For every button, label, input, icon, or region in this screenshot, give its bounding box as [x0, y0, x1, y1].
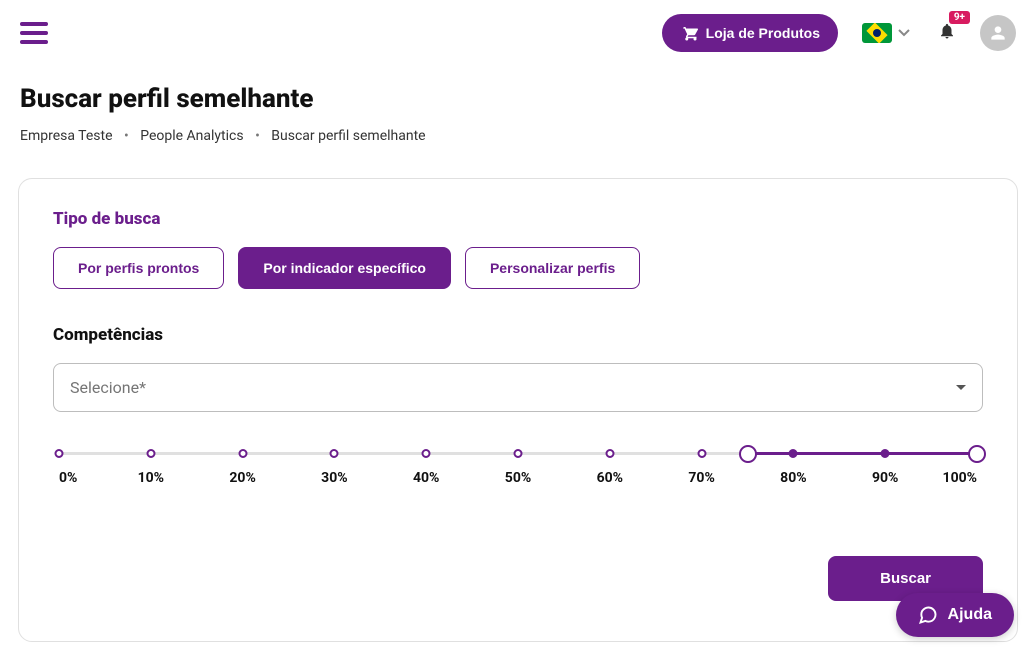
slider-tick-label: 70% — [688, 470, 714, 486]
slider-tick-label: 40% — [413, 470, 439, 486]
slider-tick — [238, 449, 247, 458]
store-button-label: Loja de Produtos — [706, 25, 820, 41]
page-title: Buscar perfil semelhante — [0, 84, 1036, 114]
select-placeholder: Selecione* — [70, 378, 146, 397]
slider-tick-label: 90% — [872, 470, 898, 486]
slider-tick — [146, 449, 155, 458]
slider-tick — [789, 449, 798, 458]
slider-tick — [514, 449, 523, 458]
breadcrumb: Empresa Teste • People Analytics • Busca… — [0, 114, 1036, 158]
breadcrumb-item[interactable]: Empresa Teste — [20, 128, 113, 144]
language-selector[interactable] — [862, 23, 910, 43]
help-label: Ajuda — [948, 606, 992, 624]
avatar[interactable] — [980, 15, 1016, 51]
slider-tick — [55, 449, 64, 458]
slider-tick-label: 0% — [59, 470, 77, 486]
competencies-select[interactable]: Selecione* — [53, 363, 983, 412]
user-icon — [988, 23, 1008, 43]
tab-ready-profiles[interactable]: Por perfis prontos — [53, 247, 224, 289]
notifications-button[interactable]: 9+ — [938, 21, 956, 45]
bell-icon — [938, 21, 956, 41]
slider-tick-label: 30% — [321, 470, 347, 486]
tab-specific-indicator[interactable]: Por indicador específico — [238, 247, 451, 289]
slider-tick — [881, 449, 890, 458]
slider-tick — [330, 449, 339, 458]
slider-handle-end[interactable] — [968, 445, 986, 463]
slider-tick-label: 100% — [943, 470, 977, 486]
help-button[interactable]: Ajuda — [896, 593, 1014, 637]
chevron-down-icon — [898, 29, 910, 37]
notification-badge: 9+ — [949, 11, 970, 24]
menu-icon[interactable] — [20, 22, 48, 44]
percentage-range-slider[interactable]: 0% 10% 20% 30% 40% 50% 60% 70% 80% 90% 100% — [53, 446, 983, 506]
competencies-label: Competências — [53, 325, 983, 345]
slider-tick-label: 10% — [138, 470, 164, 486]
dropdown-icon — [956, 385, 966, 390]
tab-customize-profiles[interactable]: Personalizar perfis — [465, 247, 640, 289]
cart-icon — [680, 24, 698, 42]
slider-tick-label: 60% — [597, 470, 623, 486]
chat-icon — [918, 605, 938, 625]
search-type-tabs: Por perfis prontos Por indicador específ… — [53, 247, 983, 289]
breadcrumb-item: Buscar perfil semelhante — [271, 128, 425, 144]
store-button[interactable]: Loja de Produtos — [662, 14, 838, 52]
slider-tick-label: 50% — [505, 470, 531, 486]
brazil-flag-icon — [862, 23, 892, 43]
search-card: Tipo de busca Por perfis prontos Por ind… — [18, 178, 1018, 642]
slider-tick — [697, 449, 706, 458]
slider-tick-label: 20% — [229, 470, 255, 486]
slider-tick-label: 80% — [780, 470, 806, 486]
slider-tick — [422, 449, 431, 458]
slider-handle-start[interactable] — [739, 445, 757, 463]
breadcrumb-item[interactable]: People Analytics — [140, 128, 243, 144]
slider-tick — [605, 449, 614, 458]
search-type-label: Tipo de busca — [53, 209, 983, 229]
